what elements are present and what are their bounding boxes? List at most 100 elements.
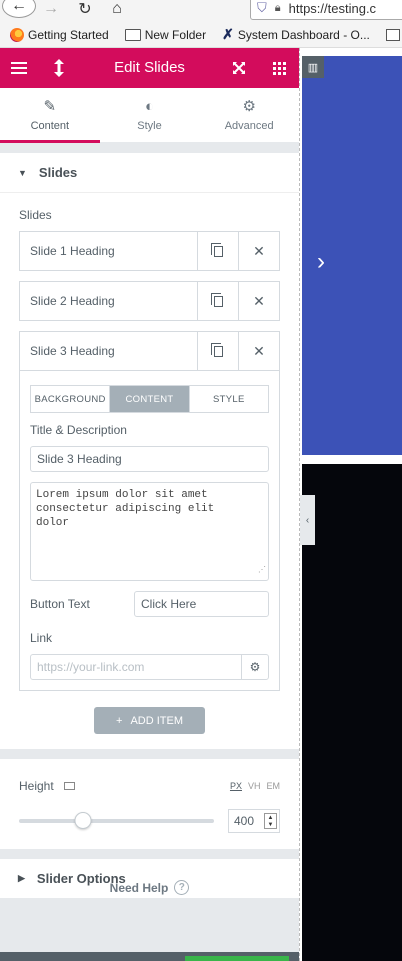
copy-icon <box>210 242 223 257</box>
remove-button[interactable]: ✕ <box>238 232 279 270</box>
unit-px[interactable]: PX <box>230 781 242 791</box>
url-text: https://testing.c <box>288 0 377 16</box>
bookmark-m[interactable]: M <box>376 28 402 42</box>
hamburger-menu-icon[interactable] <box>0 48 38 88</box>
edit-section-icon[interactable]: ▥ <box>302 56 324 78</box>
bookmark-label: New Folder <box>144 27 207 42</box>
browser-toolbar: ← → ↻ ⌂ ⛉ 🔒︎ https://testing.c <box>0 0 402 22</box>
duplicate-button[interactable] <box>197 282 238 320</box>
copy-icon <box>210 342 223 357</box>
home-button[interactable]: ⌂ <box>106 0 128 18</box>
news-icon <box>385 28 400 41</box>
slide-inner-tabs: BACKGROUND CONTENT STYLE <box>30 385 269 413</box>
slides-control-label: Slides <box>19 208 52 222</box>
height-label: Height <box>19 779 54 793</box>
chevron-right-icon[interactable]: › <box>317 248 325 276</box>
plus-icon: + <box>116 714 123 727</box>
bookmark-getting-started[interactable]: Getting Started <box>0 27 115 42</box>
resize-vertical-icon[interactable] <box>40 48 78 88</box>
number-spinner[interactable]: ▲ ▼ <box>264 813 277 829</box>
height-number-input[interactable]: 400 ▲ ▼ <box>228 809 280 833</box>
jira-icon: ✗ <box>222 26 234 42</box>
panel-header: Edit Slides <box>0 48 299 88</box>
bookmark-new-folder[interactable]: New Folder <box>115 28 212 42</box>
folder-icon <box>124 28 141 41</box>
remove-button[interactable]: ✕ <box>238 332 279 370</box>
duplicate-button[interactable] <box>197 232 238 270</box>
link-label: Link <box>30 631 53 645</box>
panel-tabs: ✎ Content ◐ Style ⚙ Advanced <box>0 88 299 143</box>
reload-button[interactable]: ↻ <box>74 0 96 18</box>
section-title: Slides <box>38 165 78 180</box>
dark-section-preview <box>302 464 402 961</box>
unit-em[interactable]: EM <box>267 781 281 791</box>
caret-down-icon: ▼ <box>18 167 27 178</box>
height-slider-track[interactable] <box>19 812 214 829</box>
tab-style[interactable]: ◐ Style <box>100 88 200 142</box>
slide-description-textarea[interactable]: Lorem ipsum dolor sit amet consectetur a… <box>30 482 269 581</box>
spin-down-icon[interactable]: ▼ <box>268 822 274 828</box>
slide-preview: › <box>302 56 402 455</box>
link-input[interactable]: https://your-link.com <box>31 655 241 679</box>
height-slider-handle[interactable] <box>74 812 92 829</box>
slide-title-input[interactable]: Slide 3 Heading <box>30 446 269 472</box>
duplicate-button[interactable] <box>197 332 238 370</box>
gear-icon: ⚙ <box>242 97 256 115</box>
repeater-item-title[interactable]: Slide 2 Heading <box>20 294 197 308</box>
link-field: https://your-link.com ⚙ <box>30 654 269 680</box>
pencil-icon: ✎ <box>43 97 57 115</box>
tab-label: Style <box>137 119 162 132</box>
desktop-responsive-icon[interactable] <box>63 782 75 790</box>
slides-section: ▼ Slides Slides Slide 1 Heading ✕ Slide … <box>0 153 299 749</box>
tab-label: Content <box>30 119 70 132</box>
widgets-grid-icon[interactable] <box>260 48 298 88</box>
tab-advanced[interactable]: ⚙ Advanced <box>199 88 299 142</box>
resize-grip-icon[interactable]: ⋰ <box>258 564 266 578</box>
button-text-label: Button Text <box>30 597 90 611</box>
tab-content[interactable]: ✎ Content <box>0 88 100 143</box>
inner-tab-background[interactable]: BACKGROUND <box>31 386 109 412</box>
add-item-button[interactable]: + ADD ITEM <box>94 707 205 734</box>
inner-tab-style[interactable]: STYLE <box>188 386 268 412</box>
height-section: Height PX VH EM 400 ▲ ▼ <box>0 759 299 849</box>
update-button[interactable] <box>185 956 289 961</box>
need-help-link[interactable]: Need Help ? <box>0 880 299 895</box>
repeater-item-slide-1: Slide 1 Heading ✕ <box>19 231 280 271</box>
tab-label: Advanced <box>224 119 274 132</box>
preview-area: › ▥ ‹ <box>299 48 402 961</box>
close-icon: ✕ <box>253 292 265 309</box>
lock-icon: 🔒︎ <box>274 1 281 14</box>
description-text: Lorem ipsum dolor sit amet consectetur a… <box>36 489 215 529</box>
repeater-item-slide-3: Slide 3 Heading ✕ BACKGROUND CONTENT STY… <box>19 331 280 691</box>
bookmarks-bar: Getting Started New Folder ✗ System Dash… <box>0 22 402 48</box>
button-text-input[interactable]: Click Here <box>134 591 269 617</box>
inner-tab-content[interactable]: CONTENT <box>109 386 189 412</box>
unit-switcher: PX VH EM <box>230 781 280 791</box>
collapse-panel-icon[interactable]: ‹ <box>300 495 315 545</box>
title-description-label: Title & Description <box>30 423 127 437</box>
repeater-item-body: BACKGROUND CONTENT STYLE Title & Descrip… <box>20 370 279 690</box>
unit-vh[interactable]: VH <box>248 781 261 791</box>
need-help-label: Need Help <box>109 880 169 895</box>
copy-icon <box>210 292 223 307</box>
firefox-icon <box>10 27 24 42</box>
height-value: 400 <box>234 814 255 828</box>
address-bar[interactable]: ⛉ 🔒︎ https://testing.c <box>250 0 402 20</box>
spin-up-icon[interactable]: ▲ <box>268 815 274 821</box>
slides-section-header[interactable]: ▼ Slides <box>0 153 299 193</box>
bookmark-label: System Dashboard - O... <box>237 27 370 42</box>
shield-icon: ⛉ <box>257 0 267 15</box>
editor-panel: Edit Slides ✎ Content ◐ Style ⚙ Advanced… <box>0 48 299 961</box>
bookmark-system-dashboard[interactable]: ✗ System Dashboard - O... <box>212 26 376 43</box>
back-button[interactable]: ← <box>2 0 36 18</box>
contrast-icon: ◐ <box>144 97 155 115</box>
expand-icon[interactable] <box>220 48 258 88</box>
link-options-gear-icon[interactable]: ⚙ <box>241 655 268 679</box>
question-icon: ? <box>174 880 190 895</box>
remove-button[interactable]: ✕ <box>238 282 279 320</box>
repeater-item-title[interactable]: Slide 1 Heading <box>20 244 197 258</box>
bookmark-label: Getting Started <box>28 27 109 42</box>
forward-button[interactable]: → <box>40 0 62 18</box>
repeater-item-title[interactable]: Slide 3 Heading <box>20 344 197 358</box>
add-item-label: ADD ITEM <box>130 714 183 727</box>
